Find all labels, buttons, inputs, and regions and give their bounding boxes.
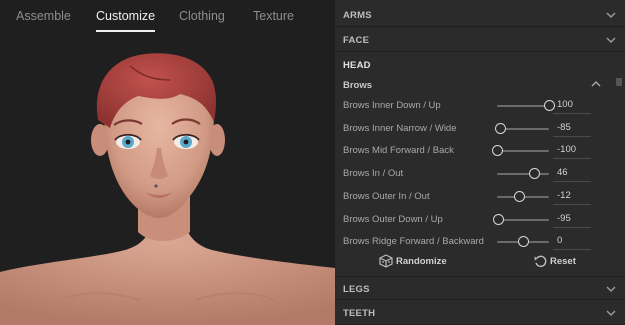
section-teeth-label: TEETH [343, 308, 376, 319]
slider-thumb[interactable] [529, 168, 541, 180]
param-row: Brows Ridge Forward / Backward 0 [335, 231, 615, 253]
param-label: Brows In / Out [343, 168, 404, 180]
param-row: Brows Outer In / Out -12 [335, 186, 615, 208]
slider-track [497, 150, 549, 153]
tab-clothing[interactable]: Clothing [179, 9, 225, 23]
subsection-brows-label: Brows [343, 80, 373, 91]
param-label: Brows Outer In / Out [343, 190, 430, 202]
section-arms[interactable]: ARMS [335, 3, 625, 27]
param-label: Brows Inner Down / Up [343, 100, 441, 111]
panel-scrollbar[interactable] [616, 78, 622, 86]
param-value-field[interactable]: -100 [553, 142, 591, 160]
slider-thumb[interactable] [491, 145, 503, 157]
param-value-field[interactable]: 100 [553, 97, 591, 114]
chevron-down-icon [605, 283, 617, 295]
section-teeth[interactable]: TEETH [335, 301, 625, 325]
randomize-label: Randomize [396, 256, 447, 267]
reset-label: Reset [550, 256, 576, 267]
customize-panel: ARMS FACE HEAD Brows Randomize Reset LEG… [335, 0, 625, 325]
chevron-up-icon[interactable] [590, 78, 602, 90]
slider-thumb[interactable] [492, 213, 504, 225]
param-row: Brows Inner Narrow / Wide -85 [335, 118, 615, 140]
param-value-field[interactable]: 0 [553, 233, 591, 251]
section-head-label: HEAD [343, 60, 371, 71]
slider-track [497, 173, 549, 176]
section-legs[interactable]: LEGS [335, 276, 625, 300]
slider-thumb[interactable] [517, 236, 529, 248]
undo-icon [534, 255, 547, 268]
slider-thumb[interactable] [514, 190, 526, 202]
section-legs-label: LEGS [343, 284, 370, 295]
param-slider[interactable] [495, 122, 549, 135]
slider-track [497, 218, 549, 221]
param-label: Brows Outer Down / Up [343, 213, 443, 225]
chevron-down-icon [605, 9, 617, 21]
param-value-field[interactable]: -85 [553, 120, 591, 137]
param-row: Brows Outer Down / Up -95 [335, 209, 615, 231]
character-viewport[interactable]: Assemble Customize Clothing Texture [0, 0, 335, 325]
param-label: Brows Ridge Forward / Backward [343, 236, 484, 248]
tab-customize-label: Customize [96, 9, 156, 23]
slider-track [497, 105, 549, 107]
param-value-field[interactable]: -12 [553, 188, 591, 205]
section-face[interactable]: FACE [335, 28, 625, 52]
tab-customize[interactable]: Customize [96, 9, 156, 32]
param-row: Brows In / Out 46 [335, 163, 615, 185]
param-value-field[interactable]: -95 [553, 211, 591, 228]
param-slider[interactable] [497, 236, 549, 248]
section-head[interactable]: HEAD [335, 53, 625, 77]
mode-tabs: Assemble Customize Clothing Texture [0, 0, 335, 34]
param-slider[interactable] [497, 100, 555, 112]
param-slider[interactable] [497, 168, 549, 180]
section-face-label: FACE [343, 35, 370, 46]
tab-texture[interactable]: Texture [253, 9, 294, 23]
section-arms-label: ARMS [343, 10, 372, 21]
param-label: Brows Mid Forward / Back [343, 145, 454, 157]
param-value-field[interactable]: 46 [553, 165, 591, 183]
chevron-down-icon [605, 307, 617, 319]
param-slider[interactable] [492, 213, 549, 226]
tab-assemble[interactable]: Assemble [16, 9, 71, 23]
param-label: Brows Inner Narrow / Wide [343, 122, 457, 134]
param-slider[interactable] [491, 145, 549, 157]
active-tab-indicator [96, 30, 156, 32]
param-row: Brows Mid Forward / Back -100 [335, 140, 615, 162]
dice-icon [379, 254, 393, 268]
character-model[interactable] [0, 34, 335, 325]
param-slider[interactable] [497, 190, 549, 203]
param-row: Brows Inner Down / Up 100 [335, 95, 615, 117]
slider-thumb[interactable] [495, 122, 507, 134]
chevron-down-icon [605, 34, 617, 46]
